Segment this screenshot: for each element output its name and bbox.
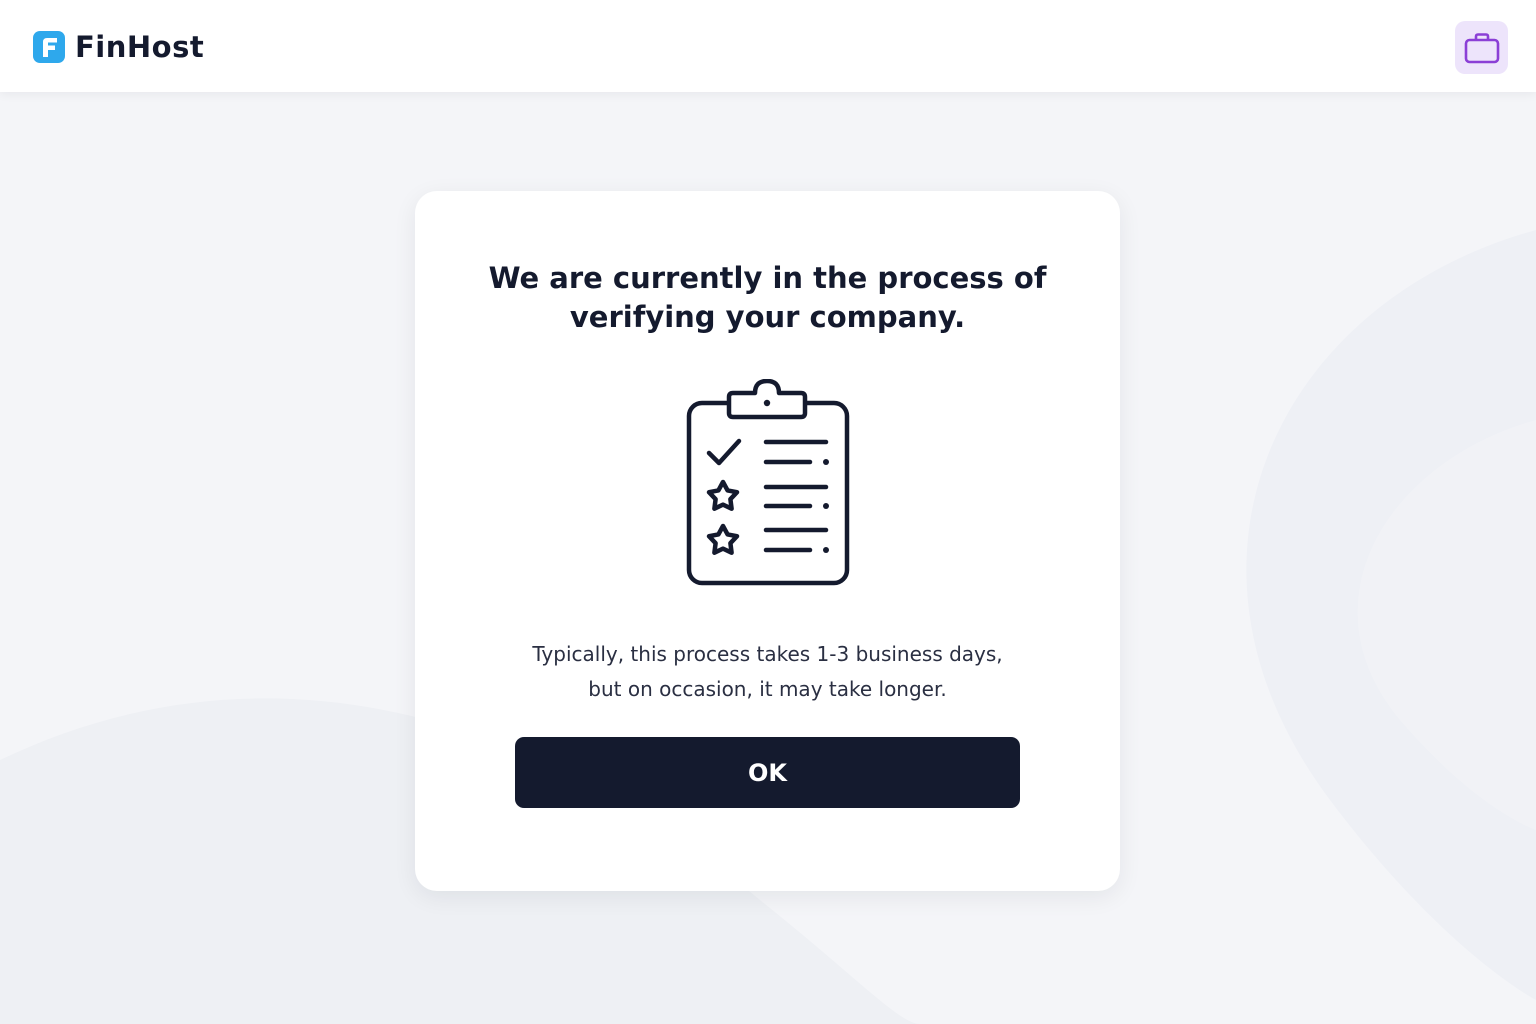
- brand-name: FinHost: [75, 30, 205, 64]
- dialog-message-line-2: but on occasion, it may take longer.: [588, 677, 947, 701]
- dialog-title: We are currently in the process of verif…: [488, 261, 1047, 334]
- page: FinHost We are currently in the process …: [0, 0, 1536, 1024]
- dialog-message-line-1: Typically, this process takes 1-3 busine…: [532, 642, 1003, 666]
- brand[interactable]: FinHost: [33, 30, 204, 64]
- verification-dialog: We are currently in the process of verif…: [415, 191, 1120, 891]
- clipboard-checklist-icon: [686, 379, 850, 586]
- dialog-message: Typically, this process takes 1-3 busine…: [475, 637, 1060, 707]
- ok-button[interactable]: OK: [515, 737, 1020, 808]
- finhost-logo-icon: [33, 31, 65, 63]
- top-bar: FinHost: [0, 0, 1536, 92]
- briefcase-icon: [1464, 32, 1499, 63]
- briefcase-button[interactable]: [1455, 21, 1508, 74]
